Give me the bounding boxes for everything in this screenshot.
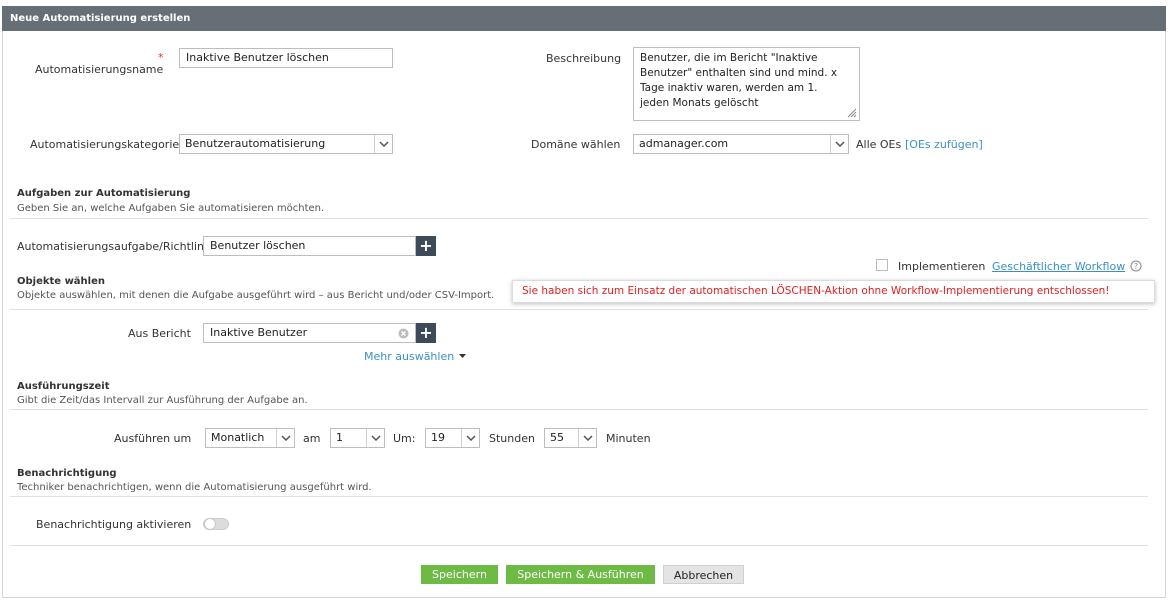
run-at-label: Ausführen um	[114, 432, 192, 445]
chevron-down-icon	[366, 429, 384, 447]
warning-tooltip: Sie haben sich zum Einsatz der automatis…	[512, 280, 1155, 303]
cancel-button[interactable]: Abbrechen	[663, 565, 744, 584]
at-label: Um:	[393, 432, 416, 445]
description-line: Benutzer" enthalten sind und mind. x	[640, 67, 838, 79]
save-button[interactable]: Speichern	[421, 565, 498, 584]
description-line: Tage inaktiv waren, werden am 1.	[640, 82, 818, 94]
automation-category-label: Automatisierungskategorie	[30, 138, 180, 151]
from-report-label: Aus Bericht	[128, 327, 191, 340]
all-ous-label: Alle OEs	[856, 138, 902, 151]
minute-select[interactable]: 55	[544, 428, 597, 448]
enable-notification-label: Benachrichtigung aktivieren	[36, 518, 192, 531]
chevron-down-icon	[374, 135, 392, 153]
objects-section-title: Objekte wählen	[17, 276, 105, 287]
hour-select[interactable]: 19	[425, 428, 480, 448]
domain-select[interactable]: admanager.com	[633, 134, 849, 154]
automation-task-input[interactable]: Benutzer löschen	[203, 236, 416, 256]
svg-text:?: ?	[1134, 262, 1138, 271]
chevron-down-icon	[276, 429, 294, 447]
section-divider	[10, 496, 1148, 497]
domain-label: Domäne wählen	[531, 138, 621, 151]
day-select[interactable]: 1	[330, 428, 385, 448]
section-divider	[10, 545, 1148, 546]
help-icon[interactable]: ?	[1130, 260, 1142, 272]
from-report-value: Inaktive Benutzer	[210, 326, 308, 339]
from-report-input[interactable]: Inaktive Benutzer	[203, 323, 416, 343]
chevron-down-icon	[830, 135, 848, 153]
more-select-link[interactable]: Mehr auswählen	[364, 350, 454, 363]
section-divider	[10, 218, 1148, 219]
description-line: jeden Monats gelöscht	[640, 97, 759, 109]
description-line: Benutzer, die im Bericht "Inaktive	[640, 52, 818, 64]
description-label: Beschreibung	[546, 52, 622, 65]
tasks-section-desc: Geben Sie an, welche Aufgaben Sie automa…	[17, 203, 325, 214]
add-ous-link[interactable]: [OEs zufügen]	[905, 138, 983, 151]
automation-name-input[interactable]: Inaktive Benutzer löschen	[179, 48, 393, 68]
notification-section-desc: Techniker benachrichtigen, wenn die Auto…	[17, 482, 372, 493]
objects-section-desc: Objekte auswählen, mit denen die Aufgabe…	[17, 290, 495, 301]
business-workflow-link[interactable]: Geschäftlicher Workflow	[992, 260, 1125, 273]
on-label: am	[303, 432, 321, 445]
resize-handle-icon[interactable]	[847, 108, 857, 118]
automation-category-select[interactable]: Benutzerautomatisierung	[179, 134, 393, 154]
automation-task-label: Automatisierungsaufgabe/Richtlinie	[17, 240, 203, 253]
section-divider	[10, 309, 1148, 310]
description-textarea[interactable]: Benutzer, die im Bericht "Inaktive Benut…	[633, 47, 860, 121]
enable-notification-toggle[interactable]	[203, 518, 229, 530]
automation-name-label: Automatisierungsname	[35, 63, 164, 76]
implement-label: Implementieren	[898, 260, 986, 273]
save-and-run-button[interactable]: Speichern & Ausführen	[506, 565, 655, 584]
day-value: 1	[336, 431, 343, 444]
page-title: Neue Automatisierung erstellen	[2, 6, 1166, 31]
section-divider	[10, 409, 1148, 410]
frequency-value: Monatlich	[211, 431, 265, 444]
toggle-knob	[204, 518, 216, 530]
hours-label: Stunden	[489, 432, 535, 445]
chevron-down-icon	[578, 429, 596, 447]
add-object-button[interactable]: +	[416, 323, 436, 343]
chevron-down-icon	[461, 429, 479, 447]
add-task-button[interactable]: +	[416, 236, 436, 256]
automation-category-value: Benutzerautomatisierung	[185, 137, 326, 150]
clear-icon[interactable]	[398, 328, 409, 339]
hour-value: 19	[431, 431, 445, 444]
domain-value: admanager.com	[639, 137, 729, 150]
schedule-section-desc: Gibt die Zeit/das Intervall zur Ausführu…	[17, 395, 308, 406]
caret-down-icon[interactable]	[459, 354, 466, 358]
tasks-section-title: Aufgaben zur Automatisierung	[17, 188, 191, 199]
minutes-label: Minuten	[606, 432, 651, 445]
schedule-section-title: Ausführungszeit	[17, 381, 110, 392]
minute-value: 55	[550, 431, 564, 444]
notification-section-title: Benachrichtigung	[17, 468, 117, 479]
implement-workflow-checkbox[interactable]	[876, 259, 888, 271]
frequency-select[interactable]: Monatlich	[205, 428, 295, 448]
